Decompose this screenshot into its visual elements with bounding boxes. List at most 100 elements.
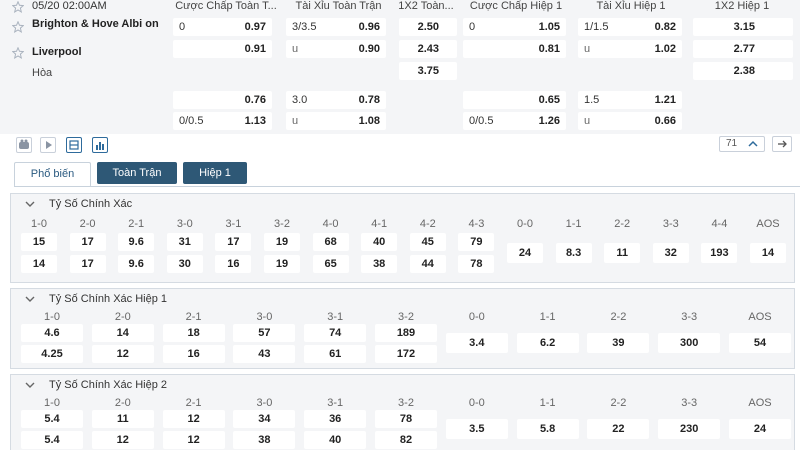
odds-cell-home[interactable]: 74 xyxy=(304,324,367,342)
odds-cell-home[interactable]: 15 xyxy=(21,233,57,251)
odds-cell-draw[interactable]: 300 xyxy=(658,333,721,353)
odds-cell-draw[interactable]: 8.3 xyxy=(555,243,592,263)
odds-cell-away[interactable]: 17 xyxy=(69,255,106,273)
odds-cell-away[interactable]: 30 xyxy=(166,255,203,273)
odds-cell-home[interactable]: 11 xyxy=(91,410,154,428)
odds-ah-ft-alt-home[interactable]: 0.76 xyxy=(173,91,272,109)
odds-cell-home[interactable]: 5.4 xyxy=(21,410,83,428)
odds-ou-h1-under[interactable]: u 1.02 xyxy=(578,40,682,58)
odds-ou-ft-alt-under[interactable]: u 1.08 xyxy=(286,112,386,130)
odds-cell-away[interactable]: 40 xyxy=(304,431,367,449)
odds-cell-home[interactable]: 36 xyxy=(304,410,367,428)
odds-cell-home[interactable]: 79 xyxy=(458,233,495,251)
odds-cell-home[interactable]: 12 xyxy=(162,410,225,428)
odds-ou-ft-under[interactable]: u 0.90 xyxy=(286,40,386,58)
live-stream-icon[interactable] xyxy=(16,137,32,153)
odds-cell-draw[interactable]: 32 xyxy=(652,243,689,263)
stats-table-icon[interactable] xyxy=(66,137,82,153)
odds-ou-ft-over[interactable]: 3/3.5 0.96 xyxy=(286,18,386,36)
odds-cell-away[interactable]: 78 xyxy=(458,255,495,273)
odds-cell-home[interactable]: 19 xyxy=(264,233,300,251)
odds-cell-away[interactable]: 61 xyxy=(304,345,367,363)
odds-cell-draw[interactable]: 230 xyxy=(658,419,721,439)
odds-ah-ft-home[interactable]: 0 0.97 xyxy=(173,18,272,36)
odds-cell-away[interactable]: 16 xyxy=(215,255,252,273)
odds-cell-away[interactable]: 14 xyxy=(21,255,57,273)
odds-cell-away[interactable]: 12 xyxy=(91,431,154,449)
odds-cell-home[interactable]: 57 xyxy=(233,324,296,342)
odds-ou-h1-over[interactable]: 1/1.5 0.82 xyxy=(578,18,682,36)
odds-cell-home[interactable]: 9.6 xyxy=(118,233,155,251)
odds-cell-draw[interactable]: 24 xyxy=(507,243,543,263)
odds-ou-h1-alt-over[interactable]: 1.5 1.21 xyxy=(578,91,682,109)
odds-cell-draw[interactable]: 11 xyxy=(604,243,641,263)
odds-ah-h1-home[interactable]: 0 1.05 xyxy=(463,18,566,36)
odds-1x2-h1-away[interactable]: 2.77 xyxy=(693,40,793,58)
odds-cell-away[interactable]: 38 xyxy=(233,431,296,449)
odds-cell-draw[interactable]: 54 xyxy=(729,333,791,353)
odds-cell-home[interactable]: 68 xyxy=(312,233,349,251)
chevron-down-icon[interactable] xyxy=(25,200,35,208)
odds-cell-home[interactable]: 189 xyxy=(375,324,437,342)
more-markets-count-button[interactable]: 71 xyxy=(719,136,765,152)
odds-ou-ft-alt-over[interactable]: 3.0 0.78 xyxy=(286,91,386,109)
score-header: 4-2 xyxy=(419,218,436,230)
favorite-star-icon[interactable] xyxy=(12,1,24,13)
odds-cell-draw[interactable]: 6.2 xyxy=(516,333,579,353)
odds-cell-away[interactable]: 82 xyxy=(375,431,437,449)
odds-cell-draw[interactable]: 193 xyxy=(701,243,738,263)
arrow-right-icon[interactable] xyxy=(772,136,792,152)
odds-cell-home[interactable]: 40 xyxy=(361,233,398,251)
odds-cell-draw[interactable]: 14 xyxy=(750,243,786,263)
odds-1x2-ft-home[interactable]: 2.50 xyxy=(399,18,457,36)
odds-cell-draw[interactable]: 3.4 xyxy=(445,333,508,353)
odds-cell-draw[interactable]: 3.5 xyxy=(445,419,508,439)
odds-1x2-h1-home[interactable]: 3.15 xyxy=(693,18,793,36)
odds-ah-h1-alt-home[interactable]: 0.65 xyxy=(463,91,566,109)
odds-cell-away[interactable]: 16 xyxy=(162,345,225,363)
odds-cell-away[interactable]: 43 xyxy=(233,345,296,363)
odds-cell-away[interactable]: 12 xyxy=(162,431,225,449)
odds-cell-home[interactable]: 14 xyxy=(91,324,154,342)
odds-1x2-ft-draw[interactable]: 3.75 xyxy=(399,62,457,80)
odds-cell-home[interactable]: 17 xyxy=(215,233,252,251)
chevron-down-icon[interactable] xyxy=(25,295,35,303)
odds-ou-h1-alt-under[interactable]: u 0.66 xyxy=(578,112,682,130)
odds-cell-away[interactable]: 172 xyxy=(375,345,437,363)
odds-1x2-h1-draw[interactable]: 2.38 xyxy=(693,62,793,80)
tab-half-1[interactable]: Hiệp 1 xyxy=(183,162,247,184)
odds-cell-away[interactable]: 5.4 xyxy=(21,431,83,449)
odds-cell-home[interactable]: 45 xyxy=(409,233,446,251)
tab-full-match[interactable]: Toàn Trận xyxy=(97,162,177,184)
play-video-icon[interactable] xyxy=(40,137,56,153)
odds-cell-draw[interactable]: 24 xyxy=(729,419,791,439)
odds-cell-away[interactable]: 65 xyxy=(312,255,349,273)
odds-cell-home[interactable]: 17 xyxy=(69,233,106,251)
odds-cell-away[interactable]: 19 xyxy=(264,255,300,273)
favorite-home-star-icon[interactable] xyxy=(12,21,24,33)
odds-cell-home[interactable]: 34 xyxy=(233,410,296,428)
tab-popular[interactable]: Phổ biến xyxy=(14,162,91,187)
odds-cell-draw[interactable]: 39 xyxy=(587,333,650,353)
odds-ah-ft-alt-away[interactable]: 0/0.5 1.13 xyxy=(173,112,272,130)
odds-cell-away[interactable]: 4.25 xyxy=(21,345,83,363)
odds-cell-home[interactable]: 78 xyxy=(375,410,437,428)
odds-cell-draw[interactable]: 22 xyxy=(587,419,650,439)
chevron-down-icon[interactable] xyxy=(25,381,35,389)
chart-icon[interactable] xyxy=(92,137,108,153)
odds-cell-away[interactable]: 12 xyxy=(91,345,154,363)
odds-ah-ft-away[interactable]: 0.91 xyxy=(173,40,272,58)
odds-ah-h1-alt-away[interactable]: 0/0.5 1.26 xyxy=(463,112,566,130)
odds-cell-home[interactable]: 31 xyxy=(166,233,203,251)
odds-cell-away[interactable]: 38 xyxy=(361,255,398,273)
odds-cell-away[interactable]: 9.6 xyxy=(118,255,155,273)
odds-1x2-ft-away[interactable]: 2.43 xyxy=(399,40,457,58)
odds-ah-h1-away[interactable]: 0.81 xyxy=(463,40,566,58)
odds-value: 0.91 xyxy=(244,43,266,55)
handicap-value: 0/0.5 xyxy=(469,115,494,127)
odds-cell-away[interactable]: 44 xyxy=(409,255,446,273)
odds-cell-home[interactable]: 18 xyxy=(162,324,225,342)
favorite-away-star-icon[interactable] xyxy=(12,47,24,59)
odds-cell-home[interactable]: 4.6 xyxy=(21,324,83,342)
odds-cell-draw[interactable]: 5.8 xyxy=(516,419,579,439)
